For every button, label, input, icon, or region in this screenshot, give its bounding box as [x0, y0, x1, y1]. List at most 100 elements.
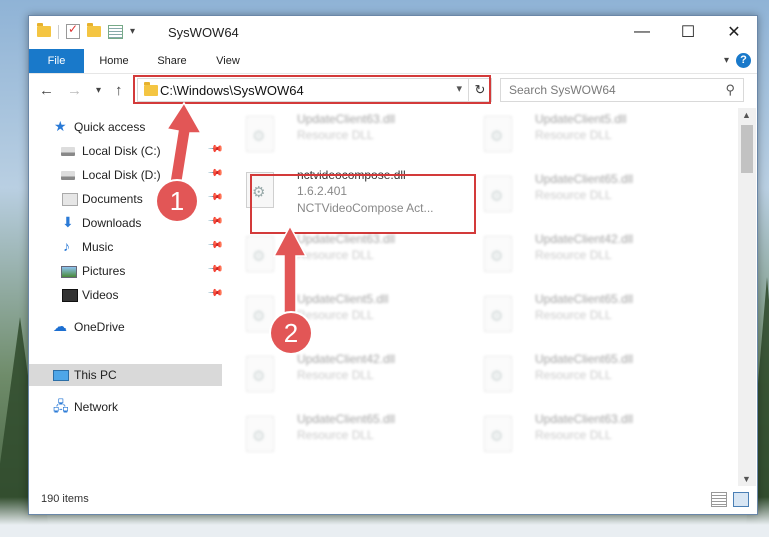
file-type: Resource DLL [535, 428, 612, 442]
close-button[interactable]: ✕ [711, 16, 757, 48]
selected-file-highlight [250, 174, 476, 234]
dll-file-icon [246, 416, 274, 452]
file-name: UpdateClient65.dll [535, 292, 634, 306]
new-folder-icon[interactable] [87, 23, 101, 37]
file-item[interactable]: UpdateClient63.dll Resource DLL [222, 228, 442, 280]
cloud-icon: ☁ [53, 318, 67, 334]
star-icon: ★ [54, 118, 67, 134]
sidebar-item-music[interactable]: ♪ Music 📌 [29, 236, 224, 258]
qat-dropdown-icon[interactable]: ▾ [130, 26, 135, 37]
sidebar-item-label: Network [74, 400, 119, 414]
sidebar-item-onedrive[interactable]: ☁ OneDrive [29, 316, 222, 338]
back-arrow-icon[interactable]: ← [39, 82, 54, 99]
documents-icon [62, 193, 78, 206]
file-item[interactable]: UpdateClient5.dll Resource DLL [222, 288, 442, 340]
file-item[interactable]: UpdateClient5.dll Resource DLL [460, 108, 680, 160]
sidebar-item-label: Quick access [74, 120, 146, 134]
toolbar-separator [58, 24, 59, 39]
tab-home[interactable]: Home [89, 49, 139, 73]
sidebar-item-label: Music [82, 240, 114, 254]
dll-file-icon [246, 296, 274, 332]
file-type: Resource DLL [535, 368, 612, 382]
file-type: Resource DLL [297, 128, 374, 142]
recent-locations-icon[interactable]: ▾ [96, 85, 101, 96]
ribbon-tabs: File Home Share View ▾ ? [29, 49, 757, 74]
explorer-window: ▾ SysWOW64 — ☐ ✕ File Home Share View ▾ … [28, 15, 758, 515]
dll-file-icon [484, 356, 512, 392]
file-name: UpdateClient65.dll [535, 172, 634, 186]
sidebar-item-local-disk-c[interactable]: Local Disk (C:) 📌 [29, 140, 224, 162]
sidebar-item-label: Videos [82, 288, 119, 302]
sidebar-item-label: Local Disk (D:) [82, 168, 161, 182]
sidebar-item-videos[interactable]: Videos 📌 [29, 284, 224, 306]
drive-icon [61, 147, 75, 156]
status-bar: 190 items [29, 488, 757, 512]
navigation-bar: ← → ▾ ↑ C:\Windows\SysWOW64 ▾ ↻ Search S… [29, 74, 757, 108]
sidebar-item-label: OneDrive [74, 320, 125, 334]
maximize-button[interactable]: ☐ [665, 16, 711, 48]
vertical-scrollbar[interactable]: ▲ ▼ [738, 108, 756, 486]
file-item[interactable]: UpdateClient42.dll Resource DLL [460, 228, 680, 280]
file-type: Resource DLL [535, 308, 612, 322]
file-name: UpdateClient42.dll [535, 232, 634, 246]
sidebar-item-label: Documents [82, 192, 143, 206]
properties-check-icon[interactable] [66, 22, 80, 39]
title-bar: ▾ SysWOW64 — ☐ ✕ [29, 16, 757, 49]
sidebar-item-local-disk-d[interactable]: Local Disk (D:) 📌 [29, 164, 224, 186]
file-item[interactable]: UpdateClient65.dll Resource DLL [460, 168, 680, 220]
expand-ribbon-icon[interactable]: ▾ [724, 55, 729, 66]
file-type: Resource DLL [297, 428, 374, 442]
up-arrow-icon[interactable]: ↑ [115, 82, 123, 99]
search-input[interactable]: Search SysWOW64 ⚲ [500, 78, 744, 102]
file-item[interactable]: UpdateClient65.dll Resource DLL [460, 288, 680, 340]
callout-2: 2 [271, 313, 311, 353]
large-icons-view-icon[interactable] [733, 492, 749, 507]
navigation-pane: ★ Quick access Local Disk (C:) 📌 Local D… [29, 108, 224, 486]
sidebar-item-label: Downloads [82, 216, 142, 230]
scroll-up-icon[interactable]: ▲ [742, 110, 751, 120]
dll-file-icon [484, 236, 512, 272]
scroll-down-icon[interactable]: ▼ [742, 474, 751, 484]
sidebar-item-network[interactable]: 🖧 Network [29, 396, 222, 418]
file-item[interactable]: UpdateClient65.dll Resource DLL [460, 348, 680, 400]
file-name: UpdateClient65.dll [535, 352, 634, 366]
file-type: Resource DLL [297, 308, 374, 322]
file-item[interactable]: UpdateClient42.dll Resource DLL [222, 348, 442, 400]
tab-file[interactable]: File [29, 49, 84, 73]
scrollbar-thumb[interactable] [741, 125, 753, 173]
file-item[interactable]: UpdateClient65.dll Resource DLL [222, 408, 442, 460]
file-item[interactable]: UpdateClient63.dll Resource DLL [222, 108, 442, 160]
file-name: UpdateClient63.dll [297, 112, 396, 126]
download-arrow-icon: ⬇ [62, 214, 74, 230]
file-type: Resource DLL [535, 188, 612, 202]
forward-arrow-icon[interactable]: → [67, 82, 82, 99]
file-name: UpdateClient63.dll [297, 232, 396, 246]
sidebar-item-this-pc[interactable]: This PC [29, 364, 222, 386]
details-view-icon[interactable] [711, 492, 727, 507]
tab-share[interactable]: Share [147, 49, 197, 73]
sidebar-item-label: This PC [74, 368, 117, 382]
file-type: Resource DLL [535, 128, 612, 142]
dll-file-icon [246, 236, 274, 272]
sidebar-item-pictures[interactable]: Pictures 📌 [29, 260, 224, 282]
file-name: UpdateClient5.dll [535, 112, 627, 126]
minimize-button[interactable]: — [619, 16, 665, 48]
file-name: UpdateClient63.dll [535, 412, 634, 426]
film-icon [62, 289, 78, 302]
file-item[interactable]: UpdateClient63.dll Resource DLL [460, 408, 680, 460]
customize-icon[interactable] [108, 24, 123, 39]
file-type: Resource DLL [297, 368, 374, 382]
music-note-icon: ♪ [63, 238, 70, 254]
sidebar-item-downloads[interactable]: ⬇ Downloads 📌 [29, 212, 224, 234]
tab-view[interactable]: View [205, 49, 251, 73]
file-list: UpdateClient63.dll Resource DLL UpdateCl… [222, 108, 738, 486]
sidebar-item-quick-access[interactable]: ★ Quick access [29, 116, 222, 138]
drive-icon [61, 171, 75, 180]
dll-file-icon [484, 296, 512, 332]
sidebar-item-label: Local Disk (C:) [82, 144, 161, 158]
file-name: UpdateClient5.dll [297, 292, 389, 306]
search-placeholder: Search SysWOW64 [509, 83, 616, 97]
sidebar-item-label: Pictures [82, 264, 126, 278]
item-count: 190 items [41, 493, 89, 505]
help-icon[interactable]: ? [736, 53, 751, 68]
